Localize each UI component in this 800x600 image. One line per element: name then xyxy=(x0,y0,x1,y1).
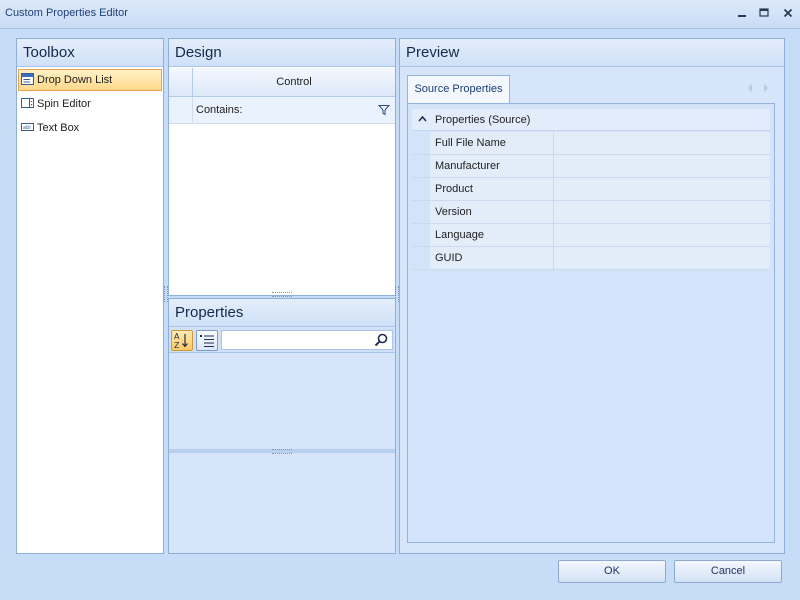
toolbox-item-text-box[interactable]: abl Text Box xyxy=(18,117,162,139)
categorized-list-icon xyxy=(200,335,214,347)
property-name: Full File Name xyxy=(430,132,554,154)
source-properties-grid: Properties (Source) Full File Name Manuf… xyxy=(407,103,775,543)
filter-row[interactable]: Contains: xyxy=(169,97,395,124)
property-row[interactable]: Language xyxy=(412,224,770,247)
preview-panel: Preview Source Properties Properties (So… xyxy=(399,38,785,554)
column-header-control[interactable]: Control xyxy=(193,68,395,96)
sort-categorized-button[interactable] xyxy=(196,330,218,351)
title-bar: Custom Properties Editor xyxy=(0,0,800,29)
sort-alphabetical-button[interactable]: A Z xyxy=(171,330,193,351)
design-header: Design xyxy=(169,39,395,67)
filter-label: Contains: xyxy=(196,104,243,116)
toolbox-panel: Toolbox Drop Down List Spin Editor abl T… xyxy=(16,38,164,554)
svg-text:abl: abl xyxy=(23,125,31,131)
properties-panel: Properties A Z xyxy=(168,298,396,554)
design-resize-grip[interactable] xyxy=(272,292,292,297)
dropdown-list-icon xyxy=(21,73,34,85)
property-value[interactable] xyxy=(554,247,770,269)
property-value[interactable] xyxy=(554,132,770,154)
property-row-gutter xyxy=(412,155,430,177)
svg-text:Z: Z xyxy=(174,341,180,350)
toolbox-header: Toolbox xyxy=(17,39,163,67)
property-row-gutter xyxy=(412,178,430,200)
property-row[interactable]: Product xyxy=(412,178,770,201)
toolbox-item-drop-down-list[interactable]: Drop Down List xyxy=(18,69,162,91)
toolbox-item-label: Drop Down List xyxy=(37,74,113,86)
chevron-up-icon[interactable] xyxy=(418,115,427,123)
svg-text:A: A xyxy=(174,332,180,341)
property-row-gutter xyxy=(412,247,430,269)
row-indicator-filter xyxy=(169,97,193,123)
tab-scroll-right-icon[interactable] xyxy=(762,83,770,93)
property-row[interactable]: Full File Name xyxy=(412,132,770,155)
properties-header: Properties xyxy=(169,299,395,327)
text-box-icon: abl xyxy=(21,123,34,131)
properties-description-splitter[interactable] xyxy=(169,449,395,454)
properties-search-input[interactable] xyxy=(221,330,393,350)
minimize-icon[interactable] xyxy=(735,6,749,20)
toolbox-item-spin-editor[interactable]: Spin Editor xyxy=(18,93,162,115)
property-name: Manufacturer xyxy=(430,155,554,177)
property-name: GUID xyxy=(430,247,554,269)
properties-resize-grip[interactable] xyxy=(272,449,292,454)
window-title: Custom Properties Editor xyxy=(5,7,128,19)
filter-icon[interactable] xyxy=(378,104,390,116)
property-row-gutter xyxy=(412,132,430,154)
toolbox-item-label: Spin Editor xyxy=(37,98,91,110)
maximize-icon[interactable] xyxy=(757,6,771,20)
property-value[interactable] xyxy=(554,155,770,177)
spin-editor-icon xyxy=(21,98,34,108)
property-value[interactable] xyxy=(554,224,770,246)
tab-source-properties[interactable]: Source Properties xyxy=(407,75,510,104)
properties-toolbar: A Z xyxy=(169,328,395,353)
property-row[interactable]: Manufacturer xyxy=(412,155,770,178)
property-group-header[interactable]: Properties (Source) xyxy=(412,109,770,131)
property-row-gutter xyxy=(412,201,430,223)
design-panel: Design Control Contains: xyxy=(168,38,396,297)
tab-scroll-left-icon[interactable] xyxy=(746,83,754,93)
property-row-gutter xyxy=(412,224,430,246)
property-name: Version xyxy=(430,201,554,223)
sort-az-icon: A Z xyxy=(174,332,188,350)
property-name: Language xyxy=(430,224,554,246)
preview-header: Preview xyxy=(400,39,784,67)
row-indicator-header xyxy=(169,68,193,96)
toolbox-item-label: Text Box xyxy=(37,122,80,134)
property-value[interactable] xyxy=(554,201,770,223)
grid-header-row: Control xyxy=(169,68,395,97)
property-value[interactable] xyxy=(554,178,770,200)
search-icon[interactable] xyxy=(374,333,388,347)
close-icon[interactable] xyxy=(781,6,795,20)
ok-button[interactable]: OK xyxy=(558,560,666,583)
property-name: Product xyxy=(430,178,554,200)
property-row[interactable]: GUID xyxy=(412,247,770,270)
property-group-label: Properties (Source) xyxy=(435,114,531,126)
property-row[interactable]: Version xyxy=(412,201,770,224)
cancel-button[interactable]: Cancel xyxy=(674,560,782,583)
